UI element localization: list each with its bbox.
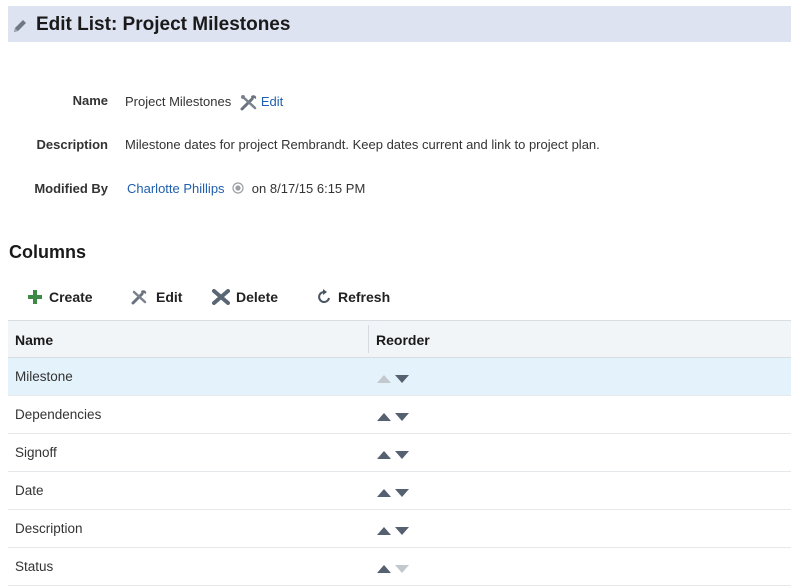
edit-name-link[interactable]: Edit (261, 94, 283, 109)
table-row[interactable]: Description (8, 510, 791, 548)
column-name-cell: Signoff (15, 445, 57, 460)
reorder-controls (377, 409, 413, 424)
presence-status-icon[interactable] (232, 182, 244, 197)
page-title: Edit List: Project Milestones (36, 14, 291, 35)
reorder-controls (377, 561, 413, 576)
modified-by-label: Modified By (34, 181, 108, 196)
table-row[interactable]: Status (8, 548, 791, 586)
move-up-icon[interactable] (377, 489, 391, 497)
name-label: Name (72, 93, 108, 108)
column-name-cell: Milestone (15, 369, 73, 384)
pencil-icon (12, 17, 29, 37)
column-name-cell: Dependencies (15, 407, 102, 422)
description-label: Description (36, 137, 108, 152)
name-value: Project Milestones (125, 94, 232, 109)
move-down-icon[interactable] (395, 527, 409, 535)
move-up-icon (377, 375, 391, 383)
modified-date: on 8/17/15 6:15 PM (251, 181, 366, 196)
edit-tools-icon (131, 290, 147, 305)
create-button-label: Create (49, 289, 93, 305)
table-row[interactable]: Signoff (8, 434, 791, 472)
refresh-button[interactable]: Refresh (316, 289, 390, 305)
column-name-cell: Description (15, 521, 83, 536)
header-reorder: Reorder (376, 332, 430, 348)
description-value: Milestone dates for project Rembrandt. K… (125, 137, 600, 152)
move-up-icon[interactable] (377, 527, 391, 535)
table-row[interactable]: Dependencies (8, 396, 791, 434)
edit-button[interactable]: Edit (130, 289, 182, 305)
delete-button[interactable]: Delete (212, 289, 278, 305)
plus-icon (28, 290, 42, 304)
table-header-row: Name Reorder (8, 320, 791, 358)
table-row[interactable]: Milestone (8, 358, 791, 396)
columns-table: Name Reorder Milestone Dependencies Signof… (8, 320, 791, 586)
edit-button-label: Edit (156, 289, 183, 305)
move-up-icon[interactable] (377, 451, 391, 459)
columns-section-title: Columns (9, 242, 87, 262)
reorder-controls (377, 523, 413, 538)
create-button[interactable]: Create (27, 289, 93, 305)
table-row[interactable]: Date (8, 472, 791, 510)
column-divider (368, 325, 369, 353)
header-name[interactable]: Name (15, 332, 53, 348)
delete-x-icon (212, 289, 230, 305)
reorder-controls (377, 447, 413, 462)
reorder-controls (377, 485, 413, 500)
move-down-icon[interactable] (395, 413, 409, 421)
refresh-icon (318, 289, 330, 303)
refresh-button-label: Refresh (338, 289, 391, 305)
modified-by-user-link[interactable]: Charlotte Phillips (127, 181, 225, 196)
reorder-controls (377, 371, 413, 386)
column-name-cell: Date (15, 483, 44, 498)
move-down-icon[interactable] (395, 451, 409, 459)
move-up-icon[interactable] (377, 413, 391, 421)
delete-button-label: Delete (236, 289, 279, 305)
edit-tools-icon[interactable] (239, 93, 261, 114)
page-header: Edit List: Project Milestones (8, 6, 791, 42)
move-down-icon[interactable] (395, 489, 409, 497)
move-down-icon[interactable] (395, 375, 409, 383)
